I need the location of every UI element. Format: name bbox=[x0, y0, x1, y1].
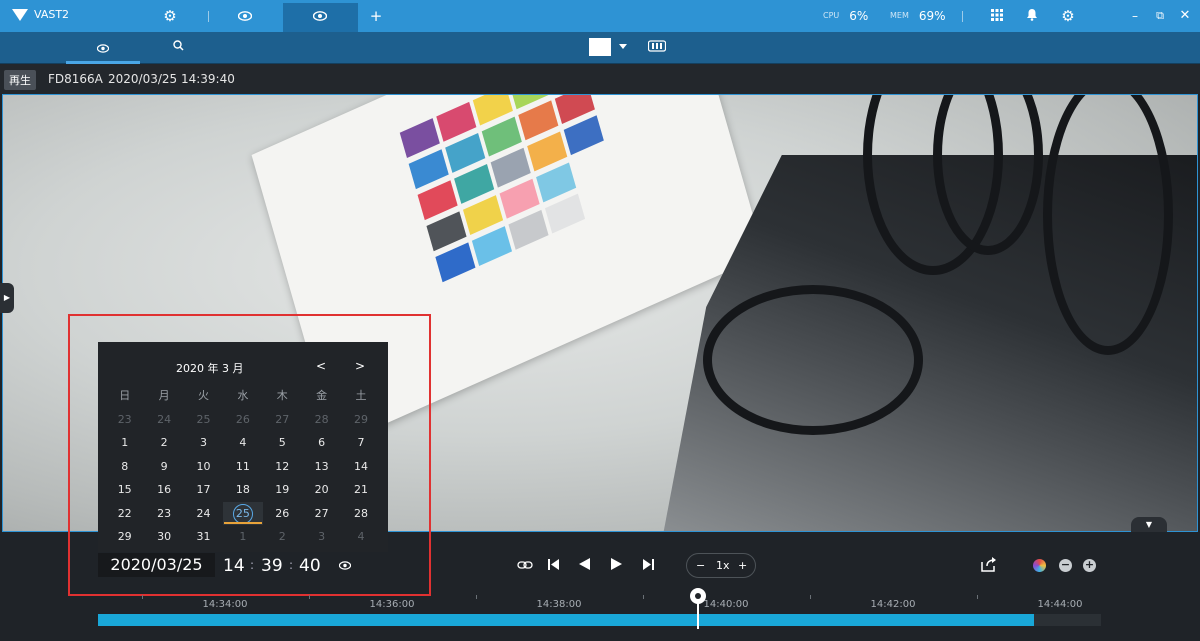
timeline-tick-label: 14:36:00 bbox=[369, 599, 415, 610]
settings-gear-icon[interactable]: ⚙ bbox=[160, 7, 180, 25]
settings-gear-icon[interactable]: ⚙ bbox=[1058, 7, 1078, 25]
hour-input[interactable]: 14 bbox=[223, 556, 245, 576]
top-bar: VAST2 ⚙ + CPU 6% MEM 69% ⚙ – ⧉ ✕ bbox=[0, 0, 1200, 32]
playhead-handle[interactable] bbox=[690, 588, 706, 604]
speed-increase-button[interactable]: + bbox=[738, 559, 747, 572]
cpu-usage: CPU 6% bbox=[823, 9, 869, 23]
film-strip-icon[interactable] bbox=[647, 38, 667, 56]
color-swatch[interactable] bbox=[589, 38, 611, 56]
chevron-down-icon[interactable] bbox=[619, 44, 627, 49]
timeline-tick-mark bbox=[810, 595, 811, 599]
eye-icon[interactable] bbox=[310, 7, 330, 25]
grid-icon[interactable] bbox=[987, 7, 1007, 25]
play-reverse-icon[interactable] bbox=[574, 557, 594, 575]
timeline-tick-label: 14:44:00 bbox=[1037, 599, 1083, 610]
search-icon[interactable] bbox=[168, 39, 188, 57]
zoom-in-icon[interactable]: + bbox=[1083, 559, 1096, 572]
timeline-tick-label: 14:40:00 bbox=[703, 599, 749, 610]
link-sync-icon[interactable] bbox=[515, 557, 535, 575]
add-tab-plus-icon[interactable]: + bbox=[366, 7, 386, 25]
camera-title-bar: 再生 FD8166A 2020/03/25 14:39:40 bbox=[0, 64, 1200, 94]
color-adjust-icon[interactable] bbox=[1033, 559, 1046, 572]
bell-icon[interactable] bbox=[1022, 7, 1042, 25]
date-input[interactable]: 2020/03/25 bbox=[98, 553, 215, 577]
minute-input[interactable]: 39 bbox=[261, 556, 283, 576]
timeline-tick-label: 14:38:00 bbox=[536, 599, 582, 610]
camera-name: FD8166A bbox=[48, 72, 103, 86]
play-icon[interactable] bbox=[606, 557, 626, 575]
timeline-tick-label: 14:42:00 bbox=[870, 599, 916, 610]
timeline-tick-mark bbox=[142, 595, 143, 599]
camera-timestamp: 2020/03/25 14:39:40 bbox=[108, 72, 235, 86]
time-separator: : bbox=[289, 558, 294, 572]
timeline[interactable]: 14:34:00 14:36:00 14:38:00 14:40:00 14:42:00… bbox=[98, 595, 1101, 626]
speed-decrease-button[interactable]: − bbox=[696, 559, 705, 572]
divider bbox=[962, 11, 963, 22]
close-icon[interactable]: ✕ bbox=[1175, 7, 1195, 25]
skip-to-start-icon[interactable] bbox=[543, 557, 563, 575]
timeline-ticks: 14:34:00 14:36:00 14:38:00 14:40:00 14:42:00… bbox=[98, 595, 1101, 610]
recorded-segment bbox=[98, 614, 1034, 626]
eye-icon[interactable] bbox=[335, 557, 355, 575]
time-separator: : bbox=[250, 558, 255, 572]
mode-badge: 再生 bbox=[4, 70, 36, 90]
timeline-tick-mark bbox=[309, 595, 310, 599]
collapse-panel-handle[interactable]: ▼ bbox=[1131, 517, 1167, 533]
export-share-icon[interactable] bbox=[979, 557, 999, 577]
app-logo: VAST2 bbox=[12, 8, 69, 21]
timeline-tick-mark bbox=[643, 595, 644, 599]
sidebar-expand-handle[interactable]: ▶ bbox=[0, 283, 14, 313]
app-name: VAST2 bbox=[34, 8, 70, 21]
timeline-tick-mark bbox=[977, 595, 978, 599]
second-input[interactable]: 40 bbox=[299, 556, 321, 576]
mem-usage: MEM 69% bbox=[890, 9, 946, 23]
vivotek-logo-icon bbox=[12, 8, 28, 21]
zoom-out-icon[interactable]: − bbox=[1059, 559, 1072, 572]
timeline-tick-mark bbox=[476, 595, 477, 599]
restore-icon[interactable]: ⧉ bbox=[1150, 7, 1170, 25]
eye-icon[interactable] bbox=[235, 7, 255, 25]
timeline-tick-label: 14:34:00 bbox=[202, 599, 248, 610]
playback-speed-control: − 1x + bbox=[686, 553, 756, 578]
skip-to-end-icon[interactable] bbox=[638, 557, 658, 575]
speed-value: 1x bbox=[716, 559, 730, 572]
eye-icon[interactable] bbox=[93, 39, 113, 57]
minimize-icon[interactable]: – bbox=[1125, 7, 1145, 25]
divider bbox=[208, 11, 209, 22]
